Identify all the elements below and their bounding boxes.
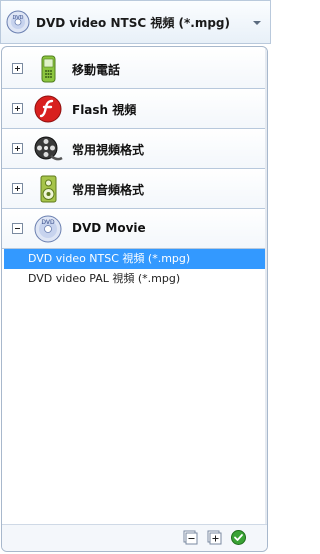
format-item-dvd-ntsc[interactable]: DVD video NTSC 視頻 (*.mpg) bbox=[4, 249, 267, 269]
selected-format-label: DVD video NTSC 視頻 (*.mpg) bbox=[36, 15, 230, 30]
category-common-video[interactable]: 常用視頻格式 bbox=[2, 129, 267, 169]
expand-all-icon[interactable] bbox=[207, 530, 222, 545]
dvd-disc-icon: DVD bbox=[6, 10, 30, 34]
flash-icon bbox=[34, 95, 62, 123]
format-item-dvd-pal[interactable]: DVD video PAL 視頻 (*.mpg) bbox=[4, 269, 267, 289]
expand-toggle-icon[interactable] bbox=[12, 183, 23, 194]
scrollbar[interactable] bbox=[265, 47, 267, 525]
expand-toggle-icon[interactable] bbox=[12, 103, 23, 114]
confirm-check-icon[interactable] bbox=[231, 530, 246, 545]
category-label: Flash 視頻 bbox=[72, 103, 137, 117]
format-selector[interactable]: DVD DVD video NTSC 視頻 (*.mpg) bbox=[0, 0, 271, 44]
category-flash[interactable]: Flash 視頻 bbox=[2, 89, 267, 129]
category-label: 常用視頻格式 bbox=[72, 143, 145, 157]
category-label: 移動電話 bbox=[72, 63, 121, 77]
panel-footer bbox=[2, 524, 267, 551]
category-mobile-phone[interactable]: 移動電話 bbox=[2, 49, 267, 89]
svg-text:DVD: DVD bbox=[12, 15, 23, 21]
expand-toggle-icon[interactable] bbox=[12, 63, 23, 74]
speaker-icon bbox=[40, 175, 57, 203]
category-dvd-movie[interactable]: DVD DVD Movie bbox=[2, 209, 267, 249]
category-label: 常用音頻格式 bbox=[72, 183, 145, 197]
svg-text:DVD: DVD bbox=[41, 219, 55, 226]
expand-toggle-icon[interactable] bbox=[12, 143, 23, 154]
format-dropdown-panel: 移動電話 Flash 視頻 常用視頻格式 常用音頻格式 DVD DVD Movi… bbox=[1, 46, 268, 552]
chevron-down-icon[interactable] bbox=[250, 16, 264, 30]
category-label: DVD Movie bbox=[72, 221, 146, 235]
collapse-toggle-icon[interactable] bbox=[12, 223, 23, 234]
mobile-phone-icon bbox=[41, 55, 56, 83]
dvd-disc-icon: DVD bbox=[34, 215, 62, 243]
collapse-all-icon[interactable] bbox=[183, 530, 198, 545]
film-reel-icon bbox=[34, 136, 63, 161]
category-common-audio[interactable]: 常用音頻格式 bbox=[2, 169, 267, 209]
